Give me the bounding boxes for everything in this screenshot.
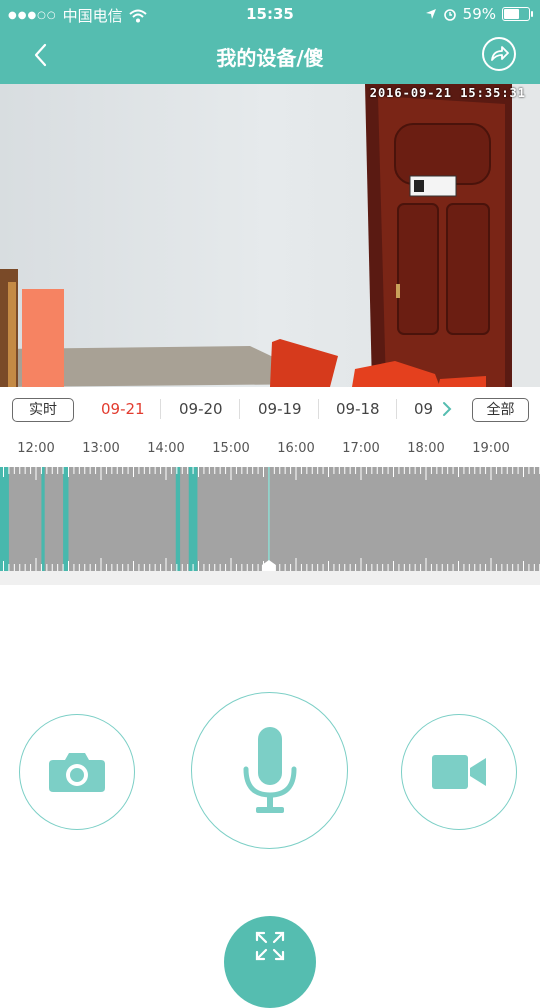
playback-timeline[interactable]: 12:00 13:00 14:00 15:00 16:00 17:00 18:00 19:00 (0, 431, 540, 584)
share-icon (491, 46, 509, 61)
location-icon (425, 9, 436, 19)
recording-segment (41, 467, 45, 571)
hour-label: 19:00 (472, 441, 510, 456)
timeline-footer (0, 571, 540, 585)
status-right: 59% (425, 5, 533, 23)
all-button[interactable]: 全部 (472, 398, 529, 422)
date-divider (160, 399, 161, 419)
live-button[interactable]: 实时 (12, 398, 74, 422)
share-button[interactable] (482, 37, 516, 71)
date-divider (396, 399, 397, 419)
recording-segment (175, 467, 181, 571)
video-camera-icon (432, 755, 486, 789)
hour-label: 15:00 (212, 441, 250, 456)
talk-button[interactable] (191, 692, 348, 849)
date-tab-0[interactable]: 09-21 (101, 400, 145, 418)
camera-icon (49, 753, 105, 792)
date-divider (318, 399, 319, 419)
date-selector: 实时 09-21 09-20 09-19 09-18 09 全部 (0, 387, 540, 432)
chevron-right-icon[interactable] (440, 400, 454, 418)
microphone-icon (243, 726, 296, 813)
hour-label: 12:00 (17, 441, 55, 456)
date-tab-1[interactable]: 09-20 (179, 400, 223, 418)
page-title: 我的设备/傻 (216, 46, 324, 70)
recording-segment (63, 467, 69, 571)
expand-icon (255, 931, 285, 961)
recording-segment (188, 467, 198, 571)
date-tab-3[interactable]: 09-18 (336, 400, 380, 418)
video-player[interactable]: 2016-09-21 15:35:31 (0, 84, 540, 387)
alarm-icon (443, 9, 456, 21)
status-bar: ●●●○○ 中国电信 15:35 59% (0, 0, 540, 28)
hour-label: 18:00 (407, 441, 445, 456)
record-button[interactable] (401, 714, 517, 830)
hour-label: 17:00 (342, 441, 380, 456)
fullscreen-button[interactable] (224, 916, 316, 1008)
date-tab-4[interactable]: 09 (414, 400, 432, 418)
playhead-handle (261, 560, 276, 571)
date-divider (239, 399, 240, 419)
battery-icon (502, 7, 533, 21)
timeline-graphic (0, 467, 540, 571)
video-timestamp: 2016-09-21 15:35:31 (369, 86, 526, 100)
hour-label: 14:00 (147, 441, 185, 456)
nav-bar: 我的设备/傻 (0, 28, 540, 84)
hour-label: 13:00 (82, 441, 120, 456)
hour-label: 16:00 (277, 441, 315, 456)
timeline-track[interactable] (0, 467, 540, 571)
recording-segment (0, 467, 9, 571)
battery-percent: 59% (462, 5, 496, 23)
date-tab-2[interactable]: 09-19 (258, 400, 302, 418)
snapshot-button[interactable] (19, 714, 135, 830)
battery-fill (504, 9, 520, 19)
camera-feed-image (0, 84, 540, 387)
